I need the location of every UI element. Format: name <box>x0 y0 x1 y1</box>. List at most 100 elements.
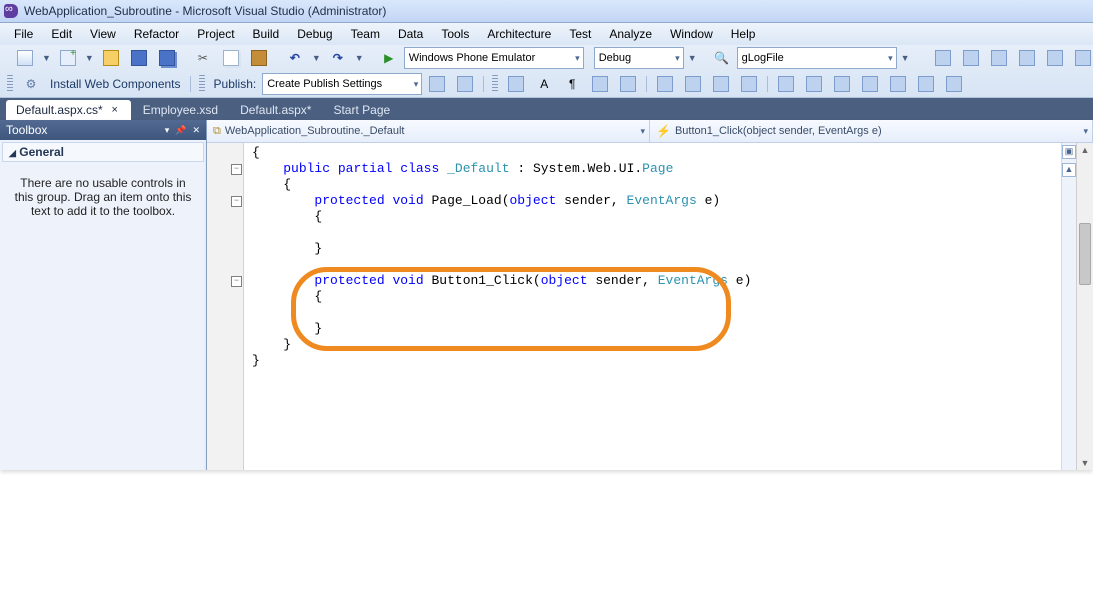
text-button-2[interactable]: A <box>531 73 557 95</box>
text-button-13[interactable] <box>857 73 883 95</box>
misc-button-2[interactable] <box>958 47 984 69</box>
method-icon: ⚡ <box>656 124 671 138</box>
window-titlebar: WebApplication_Subroutine - Microsoft Vi… <box>0 0 1093 23</box>
fold-toggle-icon[interactable]: − <box>231 196 242 207</box>
split-handle-icon[interactable]: ▣ <box>1062 145 1076 159</box>
code-text[interactable]: { public partial class _Default : System… <box>244 143 1061 470</box>
menu-view[interactable]: View <box>82 25 124 43</box>
panel-pin-icon[interactable]: 📌 <box>175 125 186 136</box>
misc-button-6[interactable] <box>1070 47 1093 69</box>
toolbar-grip[interactable] <box>7 75 13 93</box>
document-tab-label: Start Page <box>333 103 390 117</box>
new-project-dropdown[interactable]: ▼ <box>40 48 53 68</box>
toolbox-panel: Toolbox ▾ 📌 ✕ ◢ General There are no usa… <box>0 120 207 470</box>
menu-refactor[interactable]: Refactor <box>126 25 187 43</box>
text-button-8[interactable] <box>708 73 734 95</box>
misc-button-5[interactable] <box>1042 47 1068 69</box>
text-button-16[interactable] <box>941 73 967 95</box>
menu-file[interactable]: File <box>6 25 41 43</box>
menu-project[interactable]: Project <box>189 25 242 43</box>
text-button-7[interactable] <box>680 73 706 95</box>
scroll-down-arrow[interactable]: ▼ <box>1077 456 1093 470</box>
scroll-thumb[interactable] <box>1079 223 1091 285</box>
code-area[interactable]: − − − { public partial class _Default : Sy… <box>207 143 1093 470</box>
menu-analyze[interactable]: Analyze <box>601 25 660 43</box>
menu-team[interactable]: Team <box>343 25 388 43</box>
text-button-12[interactable] <box>829 73 855 95</box>
debug-target-combo[interactable]: Windows Phone Emulator <box>404 47 584 69</box>
add-item-dropdown[interactable]: ▼ <box>83 48 96 68</box>
fold-toggle-icon[interactable]: − <box>231 164 242 175</box>
menu-debug[interactable]: Debug <box>289 25 340 43</box>
menu-window[interactable]: Window <box>662 25 721 43</box>
install-components-label[interactable]: Install Web Components <box>46 74 185 94</box>
panel-close-icon[interactable]: ✕ <box>192 125 200 136</box>
vertical-scrollbar[interactable]: ▲ ▼ <box>1076 143 1093 470</box>
text-button-15[interactable] <box>913 73 939 95</box>
tab-close-icon[interactable]: × <box>109 104 121 116</box>
visual-studio-icon <box>4 4 18 18</box>
misc-button-1[interactable] <box>930 47 956 69</box>
misc-button-4[interactable] <box>1014 47 1040 69</box>
publish-button-1[interactable] <box>424 73 450 95</box>
text-button-14[interactable] <box>885 73 911 95</box>
document-tab[interactable]: Default.aspx* <box>230 100 321 120</box>
toolbar-grip[interactable] <box>199 75 205 93</box>
text-button-3[interactable]: ¶ <box>559 73 585 95</box>
cut-button[interactable]: ✂ <box>190 47 216 69</box>
text-button-9[interactable] <box>736 73 762 95</box>
find-combo[interactable]: gLogFile <box>737 47 897 69</box>
toolbar-area: ▼ ▼ ✂ ↶▼ ↷▼ ▶ Windows Phone Emulator Deb… <box>0 45 1093 98</box>
member-nav-combo[interactable]: ⚡ Button1_Click(object sender, EventArgs… <box>650 120 1093 142</box>
menu-test[interactable]: Test <box>561 25 599 43</box>
toolbar-grip[interactable] <box>492 75 498 93</box>
document-tab[interactable]: Default.aspx.cs*× <box>6 100 131 120</box>
find-icon[interactable]: 🔍 <box>709 47 735 69</box>
scroll-up-arrow[interactable]: ▲ <box>1077 143 1093 157</box>
menu-architecture[interactable]: Architecture <box>479 25 559 43</box>
document-tab-strip: Default.aspx.cs*×Employee.xsdDefault.asp… <box>0 98 1093 120</box>
fold-toggle-icon[interactable]: − <box>231 276 242 287</box>
document-tab[interactable]: Employee.xsd <box>133 100 228 120</box>
solution-config-dropdown[interactable]: ▼ <box>686 48 699 68</box>
toolbox-empty-message[interactable]: There are no usable controls in this gro… <box>0 164 206 470</box>
save-all-button[interactable] <box>154 47 180 69</box>
panel-menu-icon[interactable]: ▾ <box>165 125 170 136</box>
toolbox-group-header[interactable]: ◢ General <box>2 142 204 162</box>
code-gutter[interactable]: − − − <box>207 143 244 470</box>
menu-help[interactable]: Help <box>723 25 764 43</box>
menu-data[interactable]: Data <box>390 25 431 43</box>
redo-button[interactable]: ↷ <box>325 47 351 69</box>
misc-button-3[interactable] <box>986 47 1012 69</box>
add-item-button[interactable] <box>55 47 81 69</box>
text-button-10[interactable] <box>773 73 799 95</box>
menu-build[interactable]: Build <box>245 25 288 43</box>
redo-dropdown[interactable]: ▼ <box>353 48 366 68</box>
document-tab[interactable]: Start Page <box>323 100 400 120</box>
text-button-4[interactable] <box>587 73 613 95</box>
install-components-icon[interactable]: ⚙ <box>18 73 44 95</box>
start-debugging-button[interactable]: ▶ <box>376 47 402 69</box>
text-button-11[interactable] <box>801 73 827 95</box>
copy-button[interactable] <box>218 47 244 69</box>
find-dropdown[interactable]: ▼ <box>899 48 912 68</box>
text-button-6[interactable] <box>652 73 678 95</box>
text-button-5[interactable] <box>615 73 641 95</box>
publish-profile-combo[interactable]: Create Publish Settings <box>262 73 422 95</box>
paste-button[interactable] <box>246 47 272 69</box>
menu-edit[interactable]: Edit <box>43 25 80 43</box>
solution-config-combo[interactable]: Debug <box>594 47 684 69</box>
undo-dropdown[interactable]: ▼ <box>310 48 323 68</box>
class-nav-combo[interactable]: ⧉ WebApplication_Subroutine._Default <box>207 120 650 142</box>
nav-up-icon[interactable]: ▲ <box>1062 163 1076 177</box>
member-nav-label: Button1_Click(object sender, EventArgs e… <box>675 125 882 137</box>
menu-tools[interactable]: Tools <box>433 25 477 43</box>
new-project-button[interactable] <box>12 47 38 69</box>
toolbox-title-bar[interactable]: Toolbox ▾ 📌 ✕ <box>0 120 206 140</box>
open-file-button[interactable] <box>98 47 124 69</box>
editor-splitter[interactable]: ▣ ▲ <box>1061 143 1076 470</box>
text-button-1[interactable] <box>503 73 529 95</box>
undo-button[interactable]: ↶ <box>282 47 308 69</box>
save-button[interactable] <box>126 47 152 69</box>
publish-button-2[interactable] <box>452 73 478 95</box>
